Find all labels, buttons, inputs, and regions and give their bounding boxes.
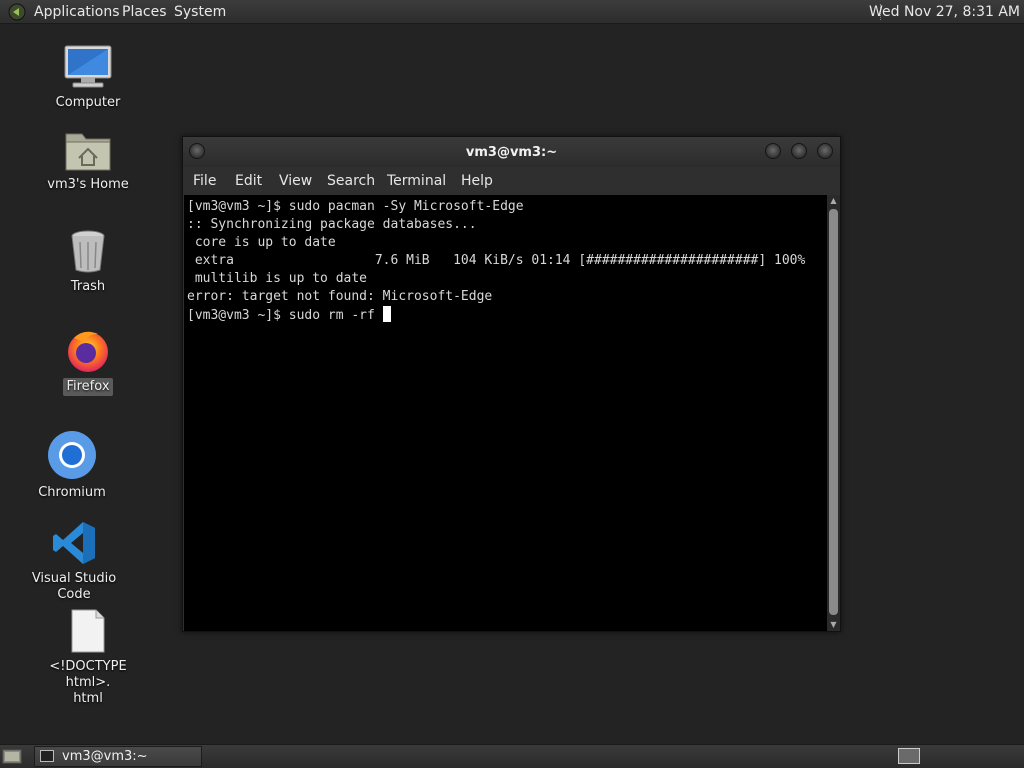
terminal-titlebar[interactable]: vm3@vm3:~ (183, 137, 840, 167)
desktop-icon-chromium[interactable]: Chromium (12, 430, 132, 502)
desktop-icon-label: Firefox (63, 378, 113, 396)
close-button[interactable] (817, 143, 833, 159)
terminal-line: core is up to date (187, 235, 336, 250)
menu-search[interactable]: Search (327, 173, 375, 189)
terminal-prompt-line[interactable]: [vm3@vm3 ~]$ sudo rm -rf (187, 306, 827, 324)
taskbar-button-label: vm3@vm3:~ (62, 749, 148, 764)
terminal-line: :: Synchronizing package databases... (187, 217, 477, 232)
taskbar-terminal-button[interactable]: vm3@vm3:~ (34, 746, 202, 767)
desktop-icon-label: vm3's Home (47, 177, 129, 192)
terminal-line: extra 7.6 MiB 104 KiB/s 01:14 [#########… (187, 253, 806, 268)
computer-icon (64, 45, 112, 88)
desktop-icon-computer[interactable]: Computer (28, 44, 148, 112)
file-icon (71, 609, 105, 653)
firefox-icon (68, 331, 108, 372)
menu-file[interactable]: File (193, 173, 216, 189)
terminal-line: [vm3@vm3 ~]$ sudo pacman -Sy Microsoft-E… (187, 199, 524, 214)
clock[interactable]: Wed Nov 27, 8:31 AM (869, 4, 1020, 20)
terminal-line: error: target not found: Microsoft-Edge (187, 289, 493, 304)
bottom-panel: vm3@vm3:~ (0, 744, 1024, 768)
terminal-line: multilib is up to date (187, 271, 368, 286)
system-menu[interactable]: System (174, 4, 226, 20)
desktop-icon-label: Chromium (38, 485, 106, 500)
desktop-icon-label: Visual Studio Code (31, 571, 117, 602)
menu-view[interactable]: View (279, 173, 312, 189)
scroll-up-icon[interactable]: ▲ (827, 195, 840, 207)
terminal-window[interactable]: vm3@vm3:~ File Edit View Search Terminal… (182, 136, 841, 632)
show-desktop-icon[interactable] (2, 748, 22, 764)
applications-menu[interactable]: Applications (34, 4, 120, 20)
desktop-icon-firefox[interactable]: Firefox (28, 326, 148, 396)
desktop-icon-home[interactable]: vm3's Home (28, 128, 148, 194)
desktop-icon-label: <!DOCTYPE html>. html (49, 659, 127, 706)
text-cursor (382, 306, 391, 322)
menu-terminal[interactable]: Terminal (387, 173, 446, 189)
workspace-switcher[interactable] (898, 748, 920, 764)
distro-logo-icon[interactable] (8, 3, 26, 21)
chromium-icon (48, 431, 96, 479)
terminal-menubar: File Edit View Search Terminal Help (183, 167, 840, 195)
terminal-output[interactable]: [vm3@vm3 ~]$ sudo pacman -Sy Microsoft-E… (184, 195, 827, 631)
vscode-icon (53, 522, 95, 564)
desktop-icon-trash[interactable]: Trash (28, 228, 148, 296)
top-panel: Applications Places System Wed Nov 27, 8… (0, 0, 1024, 24)
desktop-icon-label: Trash (70, 279, 106, 294)
minimize-button[interactable] (765, 143, 781, 159)
menu-edit[interactable]: Edit (235, 173, 262, 189)
window-title: vm3@vm3:~ (465, 145, 558, 160)
terminal-prompt-text: [vm3@vm3 ~]$ sudo rm -rf (187, 308, 383, 323)
trash-icon (71, 230, 105, 273)
terminal-icon (40, 750, 54, 762)
places-menu[interactable]: Places (122, 4, 167, 20)
home-folder-icon (65, 133, 111, 171)
scrollbar-thumb[interactable] (829, 209, 838, 615)
desktop-icon-html-file[interactable]: <!DOCTYPE html>. html (28, 608, 148, 708)
desktop-icon-label: Computer (55, 95, 121, 110)
terminal-scrollbar[interactable]: ▲ ▼ (827, 195, 840, 631)
maximize-button[interactable] (791, 143, 807, 159)
desktop-icon-vscode[interactable]: Visual Studio Code (14, 520, 134, 604)
scroll-down-icon[interactable]: ▼ (827, 619, 840, 631)
menu-help[interactable]: Help (461, 173, 493, 189)
